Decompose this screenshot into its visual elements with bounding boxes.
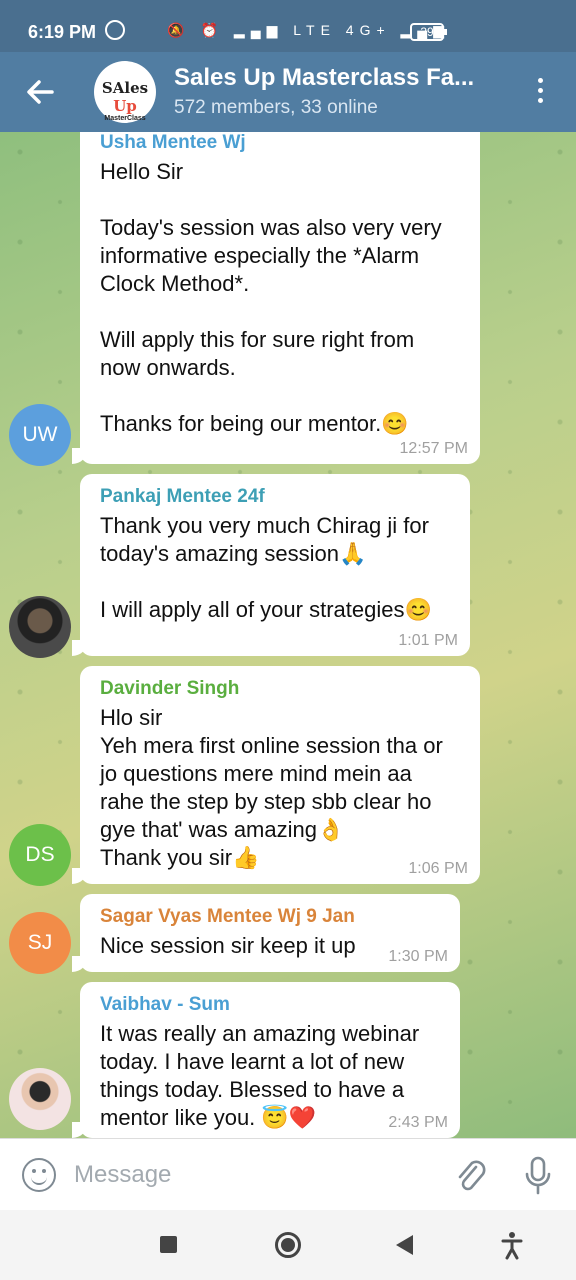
message-time: 2:43 PM (388, 1114, 448, 1131)
whatsapp-icon (105, 20, 125, 40)
group-logo-text: SAles Up (101, 79, 149, 115)
message-composer (0, 1138, 576, 1210)
message-bubble[interactable]: Vaibhav - Sum It was really an amazing w… (72, 982, 460, 1138)
message-bubble[interactable]: Pankaj Mentee 24f Thank you very much Ch… (72, 474, 470, 656)
avatar[interactable] (9, 596, 71, 658)
group-avatar[interactable]: SAles Up MasterClass (94, 61, 156, 123)
message-text: Thank you very much Chirag ji for today'… (100, 513, 432, 622)
message-sender[interactable]: Vaibhav - Sum (100, 994, 440, 1020)
circle-icon[interactable] (275, 1232, 301, 1258)
more-vertical-icon[interactable] (530, 78, 550, 108)
chat-subtitle[interactable]: 572 members, 33 online (174, 97, 378, 119)
accessibility-icon[interactable] (498, 1230, 526, 1260)
message-input[interactable] (74, 1155, 434, 1195)
message-sender[interactable]: Sagar Vyas Mentee Wj 9 Jan (100, 906, 440, 932)
chat-title[interactable]: Sales Up Masterclass Fa... (174, 64, 494, 92)
message-time: 1:06 PM (408, 860, 468, 877)
status-time: 6:19 PM (28, 22, 97, 42)
avatar[interactable]: SJ (9, 912, 71, 974)
microphone-icon[interactable] (522, 1155, 554, 1197)
message-bubble[interactable]: Davinder Singh Hlo sir Yeh mera first on… (72, 666, 480, 884)
status-bar: 6:19 PM 🔕 ⏰ ▂▄▆ LTE 4G+ ▂▄▆ 39 (0, 0, 576, 52)
group-logo-subtext: MasterClass (104, 115, 146, 122)
square-icon[interactable] (160, 1236, 177, 1253)
battery-icon: 39 (410, 23, 447, 41)
message-text: Hlo sir Yeh mera first online session th… (100, 705, 443, 870)
message-time: 1:01 PM (398, 632, 458, 649)
message-sender[interactable]: Pankaj Mentee 24f (100, 486, 450, 512)
message-text: Hello Sir Today's session was also very … (100, 159, 442, 436)
avatar[interactable]: UW (9, 404, 71, 466)
message-bubble[interactable]: Sagar Vyas Mentee Wj 9 Jan Nice session … (72, 894, 460, 972)
system-navigation-bar (0, 1210, 576, 1280)
message-bubble[interactable]: Usha Mentee Wj Hello Sir Today's session… (72, 132, 480, 464)
arrow-left-icon[interactable] (22, 72, 58, 112)
chat-header: SAles Up MasterClass Sales Up Masterclas… (0, 52, 576, 132)
message-sender[interactable]: Usha Mentee Wj (100, 132, 460, 158)
emoji-icon[interactable] (22, 1158, 56, 1192)
message-sender[interactable]: Davinder Singh (100, 678, 460, 704)
chat-area[interactable]: Usha Mentee Wj Hello Sir Today's session… (0, 132, 576, 1138)
message-time: 1:30 PM (388, 948, 448, 965)
status-icons: 🔕 ⏰ ▂▄▆ LTE 4G+ ▂▄▆ (167, 22, 450, 38)
triangle-back-icon[interactable] (396, 1235, 413, 1255)
paperclip-icon[interactable] (452, 1155, 488, 1195)
avatar[interactable] (9, 1068, 71, 1130)
avatar[interactable]: DS (9, 824, 71, 886)
message-time: 12:57 PM (399, 440, 468, 457)
